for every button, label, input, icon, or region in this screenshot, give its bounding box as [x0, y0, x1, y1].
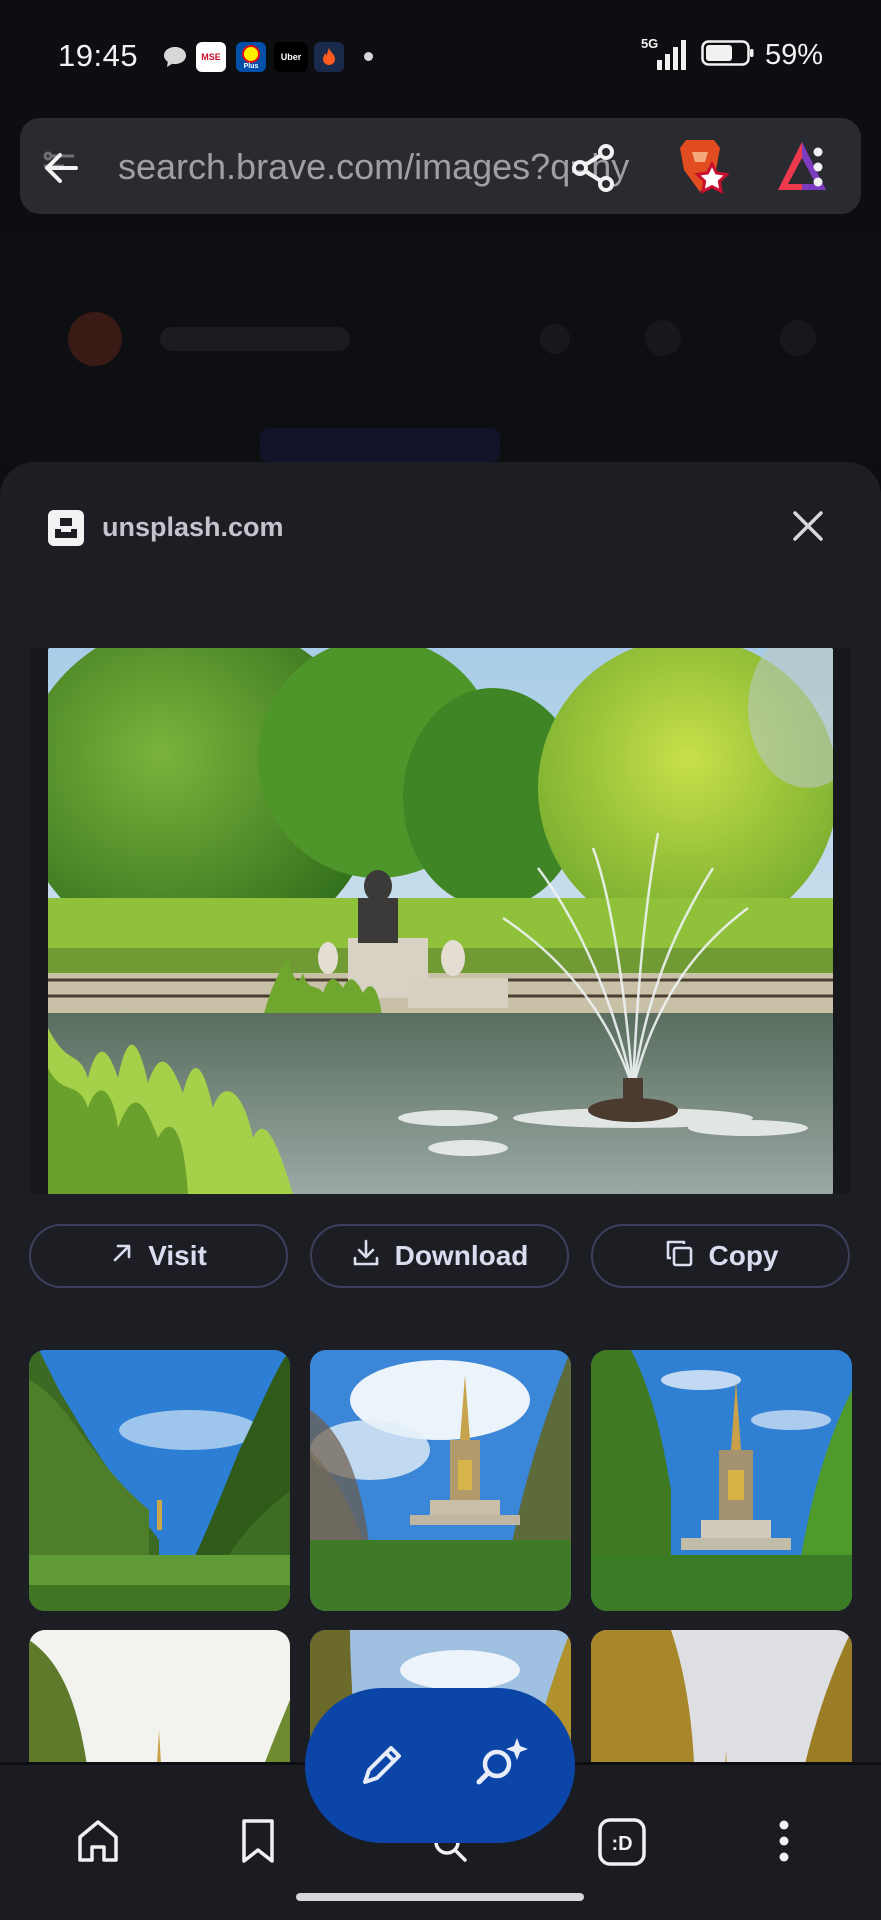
related-image-thumbnail[interactable]	[310, 1350, 571, 1611]
related-image-thumbnail[interactable]	[591, 1630, 852, 1762]
close-icon[interactable]	[790, 508, 826, 549]
address-bar[interactable]: search.brave.com/images?q=hy	[20, 118, 861, 214]
source-site-name[interactable]: unsplash.com	[102, 512, 284, 543]
related-image-thumbnail[interactable]	[29, 1630, 290, 1762]
bookmark-icon[interactable]	[236, 1817, 280, 1870]
dimmed-icon	[645, 320, 681, 356]
status-time: 19:45	[58, 38, 139, 73]
status-bar: 19:45 MSE Plus Uber 5G 59%	[0, 0, 881, 112]
unsplash-logo-icon	[48, 510, 84, 551]
lidl-app-label: Plus	[243, 62, 259, 70]
battery-percentage: 59%	[764, 38, 823, 71]
image-preview-sheet: unsplash.com Visit Download Copy	[0, 462, 881, 1762]
lidl-circle	[242, 44, 260, 63]
dimmed-icon	[780, 320, 816, 356]
dimmed-search-field	[160, 327, 350, 351]
brave-lion-icon[interactable]	[668, 134, 732, 203]
related-image-thumbnail[interactable]	[591, 1350, 852, 1611]
copy-label: Copy	[708, 1240, 779, 1271]
dimmed-tab	[260, 428, 500, 462]
copy-icon	[663, 1237, 695, 1276]
mse-app-icon: MSE	[196, 42, 226, 72]
home-icon[interactable]	[74, 1817, 122, 1870]
battery-icon	[701, 39, 755, 72]
lidl-plus-icon: Plus	[236, 42, 266, 72]
copy-button[interactable]: Copy	[591, 1224, 850, 1288]
playlist-icon[interactable]: :D	[597, 1817, 647, 1872]
share-icon[interactable]	[566, 140, 622, 201]
visit-label: Visit	[148, 1240, 207, 1271]
uber-icon: Uber	[274, 42, 308, 72]
preview-image[interactable]	[48, 648, 833, 1194]
flame-app-icon	[314, 42, 344, 72]
mse-app-label: MSE	[201, 52, 221, 62]
uber-app-label: Uber	[280, 52, 302, 62]
dimmed-search-page	[0, 232, 881, 462]
download-icon	[351, 1238, 381, 1275]
more-icon[interactable]	[774, 1817, 794, 1870]
back-arrow-icon[interactable]	[34, 144, 94, 197]
dimmed-logo	[68, 312, 122, 366]
svg-text::D: :D	[611, 1833, 632, 1855]
chat-bubble-icon	[160, 42, 190, 72]
brave-rewards-icon[interactable]	[774, 138, 836, 201]
floating-action-pill	[305, 1688, 575, 1843]
download-label: Download	[394, 1240, 529, 1271]
gesture-home-indicator[interactable]	[296, 1893, 584, 1901]
network-signal-icon: 5G	[641, 36, 691, 72]
related-image-thumbnail[interactable]	[29, 1350, 290, 1611]
ai-search-sparkle-icon[interactable]	[473, 1734, 533, 1799]
system-status: 5G 59%	[641, 36, 823, 72]
download-button[interactable]: Download	[310, 1224, 569, 1288]
pencil-icon[interactable]	[357, 1740, 407, 1795]
more-notifications-dot-icon	[364, 52, 373, 61]
visit-button[interactable]: Visit	[29, 1224, 288, 1288]
dimmed-icon	[540, 324, 570, 354]
arrow-up-right-icon	[110, 1240, 134, 1272]
